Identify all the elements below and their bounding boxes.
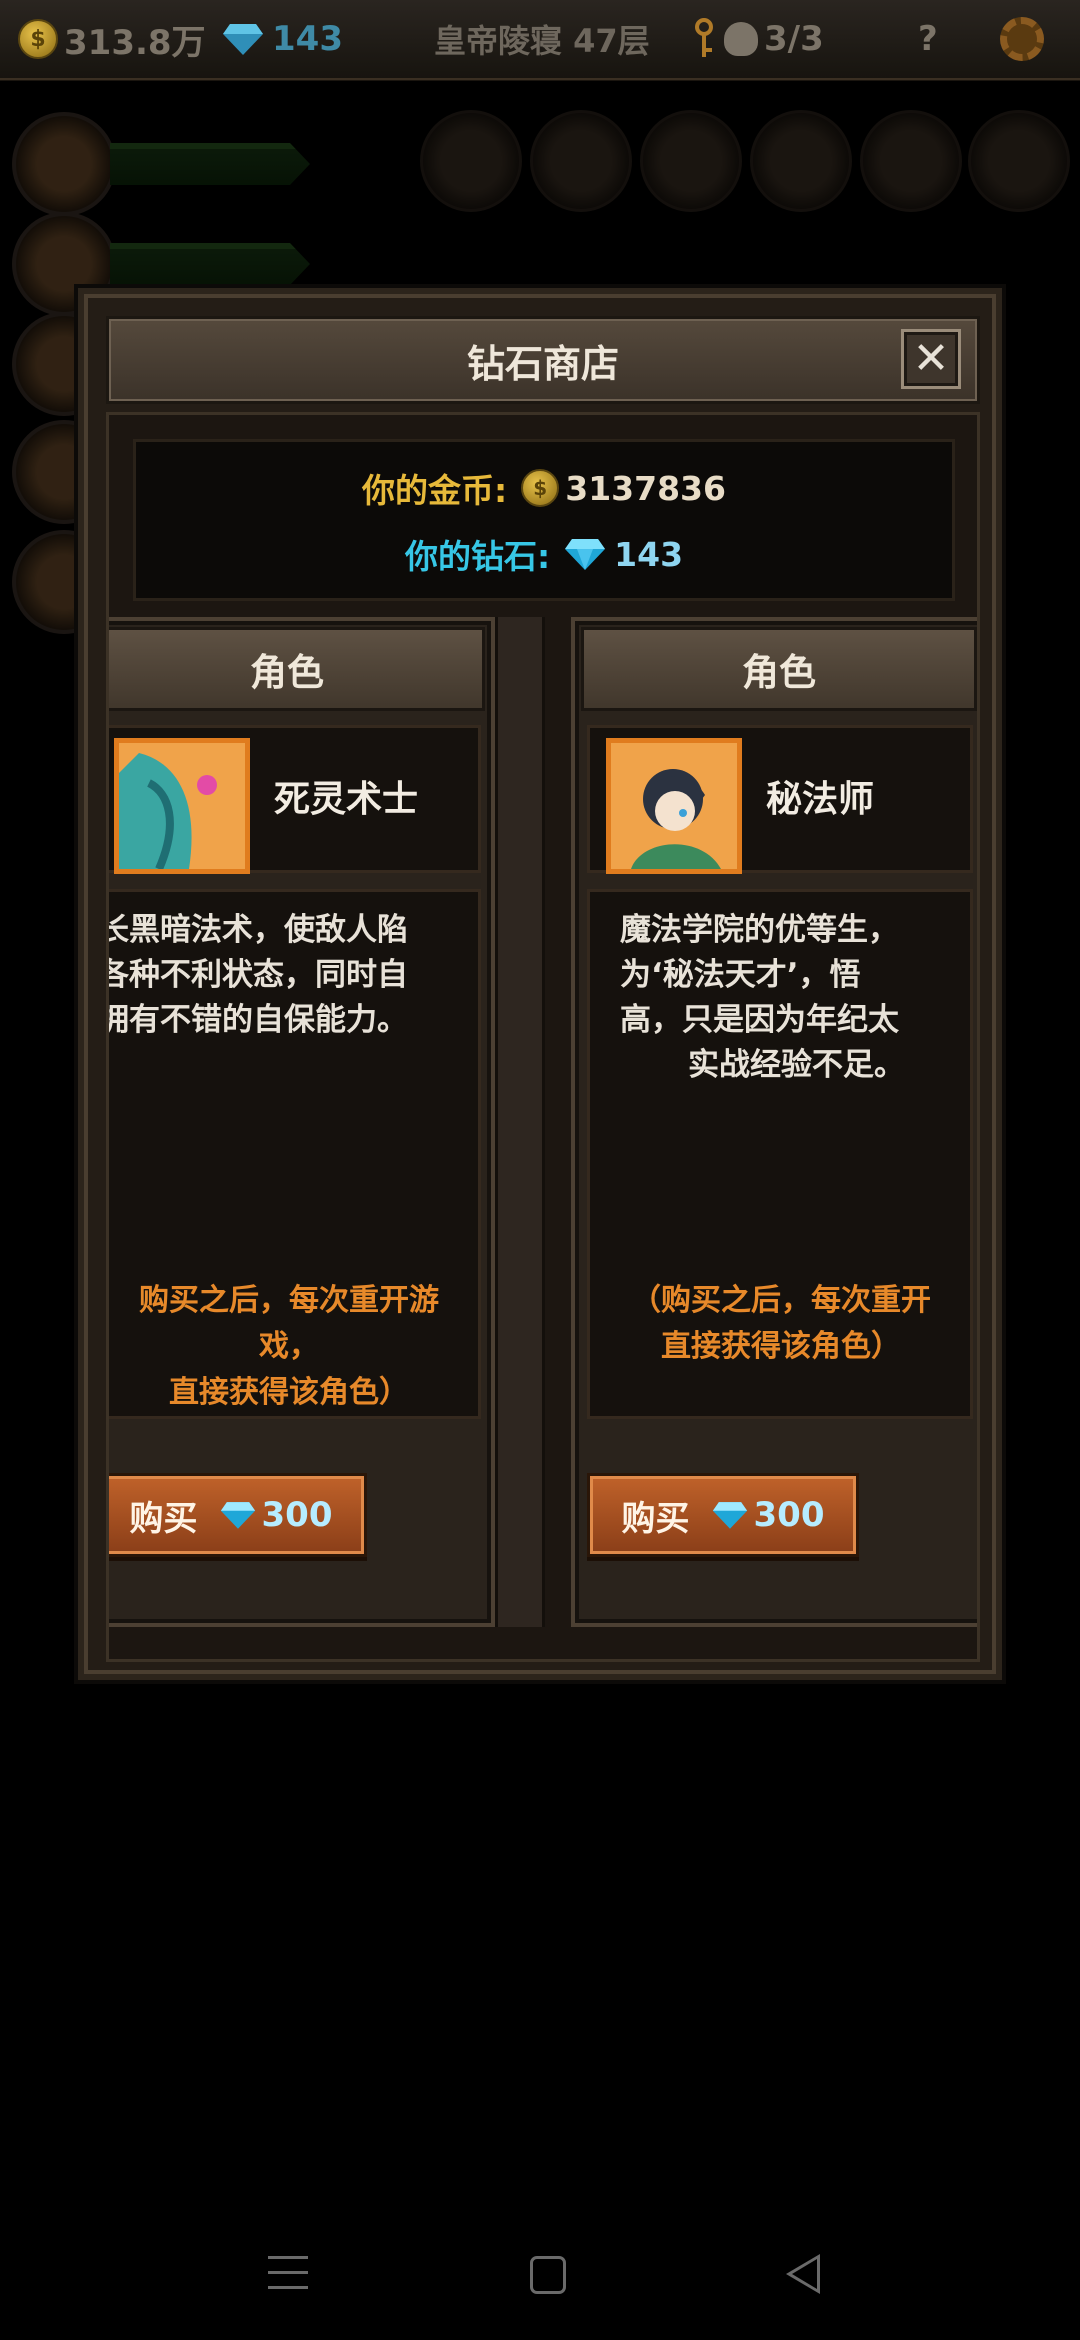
- dialog-title-bar: 钻石商店 ✕: [106, 316, 980, 404]
- close-button[interactable]: ✕: [901, 329, 961, 389]
- gold-amount: 313.8万: [64, 22, 206, 63]
- description-line: 为‘秘法天才’，悟: [620, 957, 861, 993]
- description-line: 拥有不错的自保能力。: [109, 1002, 408, 1038]
- character-portrait: [606, 738, 742, 874]
- character-description: 长黑暗法术，使敌人陷 各种不利状态，同时自 拥有不错的自保能力。: [109, 908, 418, 1043]
- gem-amount: 143: [272, 19, 343, 59]
- description-line: 各种不利状态，同时自: [109, 957, 408, 993]
- gem-balance-row: 你的钻石: 143: [136, 530, 952, 578]
- shop-card-carousel[interactable]: 角色 死灵术士 长黑暗法术，使敌人陷 各种不利状态，同时自 拥有不错的自保能力。…: [109, 617, 977, 1627]
- settings-button[interactable]: [1000, 14, 1044, 64]
- gem-balance-label: 你的钻石:: [404, 537, 551, 576]
- card-divider: [495, 617, 545, 1627]
- purchase-note: 购买之后，每次重开游戏， 直接获得该角色）: [114, 1278, 464, 1416]
- character-header: 秘法师: [587, 725, 973, 874]
- character-description-box: 魔法学院的优等生， 为‘秘法天才’，悟 高，只是因为年纪太 实战经验不足。 （购…: [587, 889, 973, 1419]
- note-line: 直接获得该角色）: [169, 1375, 409, 1410]
- shop-card: 角色 死灵术士 长黑暗法术，使敌人陷 各种不利状态，同时自 拥有不错的自保能力。…: [109, 617, 495, 1627]
- help-button[interactable]: ?: [918, 14, 938, 64]
- home-icon[interactable]: [530, 2256, 566, 2294]
- diamond-icon: [220, 1502, 255, 1529]
- description-line: 高，只是因为年纪太: [620, 1002, 899, 1038]
- buy-button[interactable]: 购买 300: [109, 1473, 367, 1557]
- character-description-box: 长黑暗法术，使敌人陷 各种不利状态，同时自 拥有不错的自保能力。 购买之后，每次…: [109, 889, 481, 1419]
- card-category: 角色: [109, 627, 485, 711]
- price-value: 300: [753, 1495, 825, 1535]
- buy-button[interactable]: 购买 300: [587, 1473, 859, 1557]
- diamond-icon: [565, 539, 606, 570]
- top-status-bar: $ 313.8万 143 皇帝陵寝 47层 3/3 ?: [0, 0, 1080, 81]
- shop-card: 角色 秘法师 魔法学院的优等生， 为‘秘法天才’，悟 高，只是因为年纪太 实战经…: [571, 617, 977, 1627]
- gear-icon: [1000, 17, 1044, 61]
- purchase-note: （购买之后，每次重开 直接获得该角色）: [606, 1278, 956, 1370]
- gem-counter: 143: [222, 14, 343, 64]
- character-portrait: [114, 738, 250, 874]
- coin-icon: $: [18, 19, 58, 59]
- menu-icon[interactable]: [268, 2256, 308, 2292]
- back-icon[interactable]: [786, 2254, 820, 2294]
- card-category: 角色: [581, 627, 977, 711]
- wallet-panel: 你的金币: $ 3137836 你的钻石: 143: [133, 439, 955, 601]
- keys-skulls-counter: 3/3: [692, 14, 824, 64]
- gem-balance-value: 143: [614, 534, 684, 574]
- gold-balance-label: 你的金币:: [362, 471, 508, 510]
- note-line: 购买之后，每次重开游戏，: [139, 1283, 439, 1364]
- note-line: 直接获得该角色）: [661, 1329, 901, 1364]
- dialog-body: 你的金币: $ 3137836 你的钻石: 143 角色 死灵术士 长黑暗法术，…: [106, 412, 980, 1662]
- buy-label: 购买: [621, 1498, 690, 1539]
- skull-icon: [724, 22, 758, 56]
- character-name: 死灵术士: [274, 779, 419, 820]
- character-name: 秘法师: [766, 779, 875, 820]
- gold-balance-value: 3137836: [565, 468, 726, 508]
- description-line: 长黑暗法术，使敌人陷: [109, 912, 408, 948]
- keys-skulls-value: 3/3: [764, 19, 824, 59]
- note-line: （购买之后，每次重开: [631, 1283, 931, 1318]
- price-value: 300: [261, 1495, 333, 1535]
- dungeon-floor: 皇帝陵寝 47层: [434, 22, 650, 60]
- close-icon: ✕: [912, 333, 950, 384]
- description-line: 实战经验不足。: [688, 1047, 905, 1083]
- gold-balance-row: 你的金币: $ 3137836: [136, 464, 952, 512]
- character-header: 死灵术士: [109, 725, 481, 874]
- description-line: 魔法学院的优等生，: [620, 912, 899, 948]
- diamond-icon: [223, 24, 263, 55]
- diamond-shop-dialog: 钻石商店 ✕ 你的金币: $ 3137836 你的钻石: 143 角色 死灵术士…: [78, 288, 1002, 1680]
- buy-label: 购买: [129, 1498, 198, 1539]
- character-description: 魔法学院的优等生， 为‘秘法天才’，悟 高，只是因为年纪太 实战经验不足。: [620, 908, 940, 1088]
- gold-counter: $ 313.8万: [18, 14, 206, 64]
- diamond-icon: [712, 1502, 747, 1529]
- key-icon: [695, 18, 713, 57]
- system-navigation-bar: [0, 2220, 1080, 2340]
- coin-icon: $: [521, 469, 560, 507]
- dialog-title: 钻石商店: [466, 341, 619, 386]
